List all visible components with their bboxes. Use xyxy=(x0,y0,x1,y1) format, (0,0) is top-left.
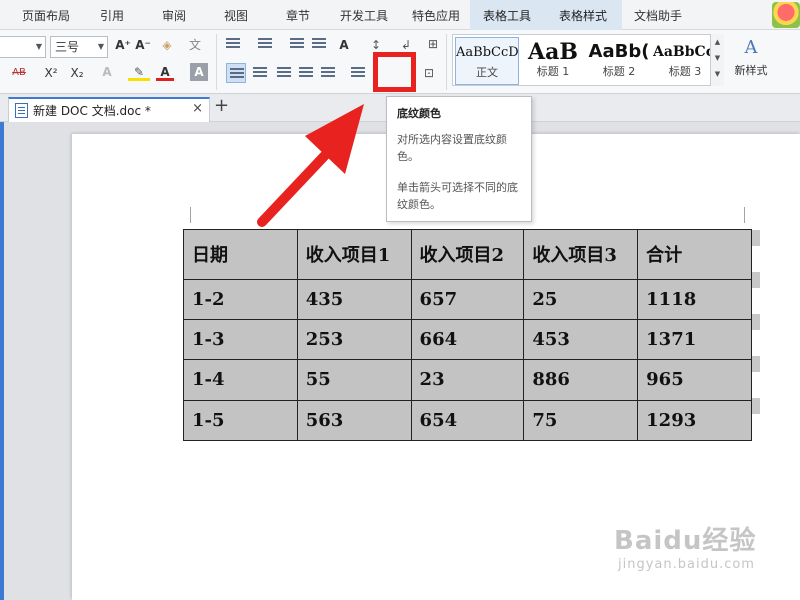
baidu-watermark: Baidu经验 jingyan.baidu.com xyxy=(614,520,756,572)
watermark-url: jingyan.baidu.com xyxy=(618,557,755,572)
watermark-brand: Baidu经验 xyxy=(614,526,757,556)
annotation-arrow-icon xyxy=(257,104,364,227)
